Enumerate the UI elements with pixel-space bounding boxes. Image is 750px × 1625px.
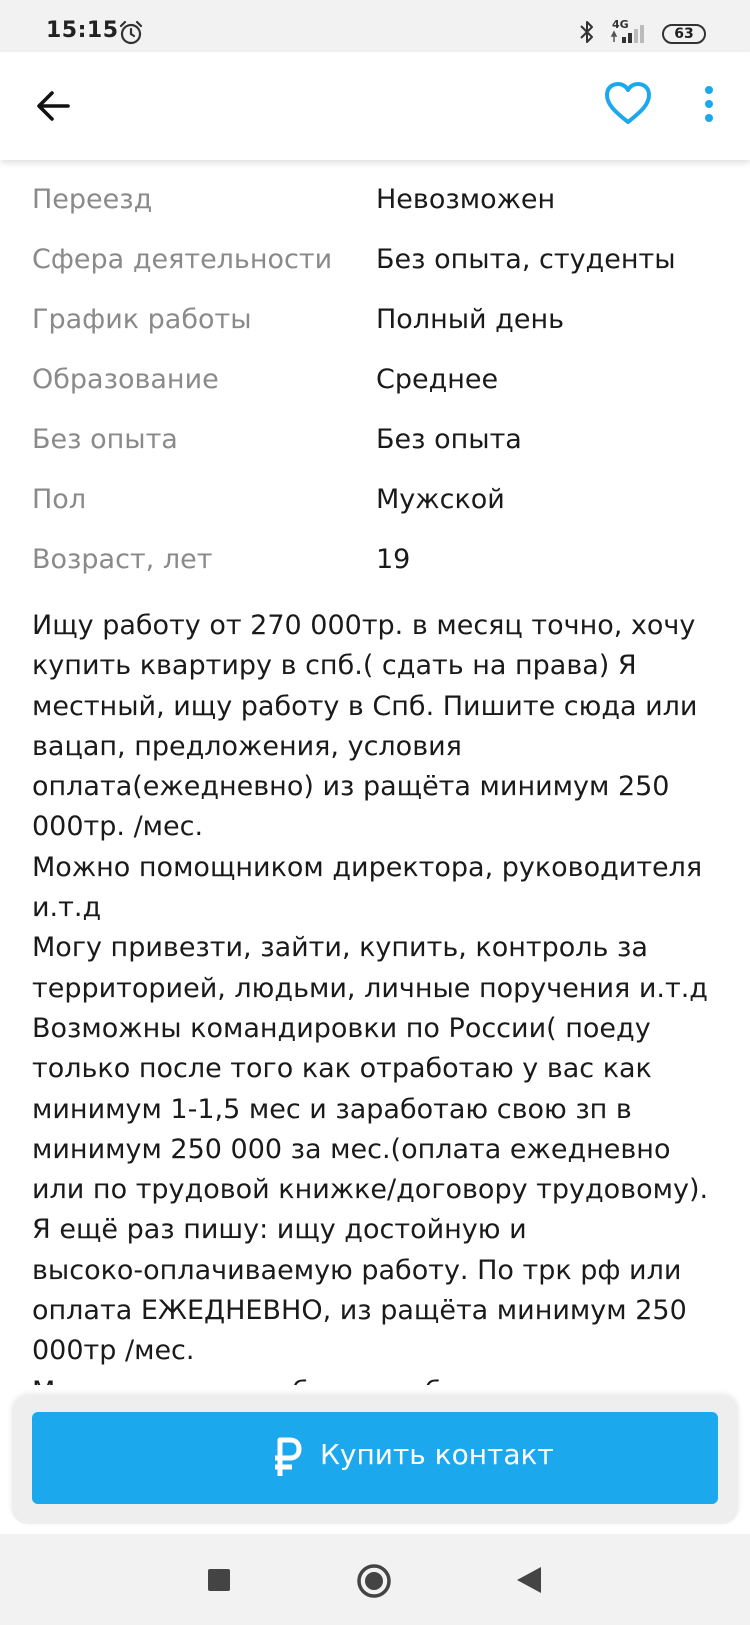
description-line: Могу привезти, зайти, купить, контроль з…	[32, 932, 648, 964]
description-line: Можно как: подработка, работа, научите м…	[32, 1372, 732, 1385]
cta-card: Купить контакт	[12, 1396, 738, 1524]
description-line: купить квартиру в спб.( сдать на права) …	[32, 650, 637, 682]
attribute-row: Образование Среднее	[0, 354, 750, 414]
nav-back-icon[interactable]	[515, 1565, 543, 1595]
attribute-value: Без опыта, студенты	[376, 244, 676, 275]
battery-indicator: 63	[662, 24, 706, 44]
heart-outline-icon[interactable]	[602, 78, 654, 130]
app-bar	[0, 52, 750, 160]
attribute-label: График работы	[32, 304, 252, 335]
description-line: 000тр. /мес.	[32, 811, 204, 843]
description-line: высоко-оплачиваемую работу. По трк рф ил…	[32, 1254, 682, 1286]
attribute-row: Сфера деятельности Без опыта, студенты	[0, 234, 750, 294]
attribute-label: Пол	[32, 484, 87, 515]
attribute-row: Возраст, лет 19	[0, 534, 750, 594]
attribute-row: Без опыта Без опыта	[0, 414, 750, 474]
alarm-icon	[119, 20, 143, 45]
attribute-value: Полный день	[376, 304, 565, 335]
signal-icon	[610, 25, 644, 43]
nav-recents-icon[interactable]	[208, 1569, 230, 1591]
description-line: Можно помощником директора, руководителя	[32, 851, 703, 883]
description-line: минимум 1-1,5 мес и заработаю свою зп в	[32, 1093, 632, 1125]
description-line: Ищу работу от 270 000тр. в месяц точно, …	[32, 610, 696, 641]
attribute-label: Сфера деятельности	[32, 244, 333, 275]
attribute-row: График работы Полный день	[0, 294, 750, 354]
buy-contact-button[interactable]: Купить контакт	[32, 1412, 718, 1504]
description-line: вацап, предложения, условия	[32, 730, 462, 762]
attributes-list: Переезд Невозможен Сфера деятельности Бе…	[0, 174, 750, 594]
attribute-value: 19	[376, 544, 411, 575]
content-peek-strip	[0, 1524, 750, 1534]
arrow-back-icon[interactable]	[30, 82, 78, 130]
attribute-row: Пол Мужской	[0, 474, 750, 534]
resume-description: Ищу работу от 270 000тр. в месяц точно, …	[32, 606, 732, 1385]
status-bar: 15:15 4G 63	[0, 0, 750, 52]
description-line: только после того как отработаю у вас ка…	[32, 1053, 652, 1085]
attribute-label: Без опыта	[32, 424, 178, 455]
description-line: оплата ЕЖЕДНЕВНО, из ращёта минимум 250	[32, 1295, 687, 1327]
description-line: минимум 250 000 за мес.(оплата ежедневно	[32, 1133, 671, 1165]
description-line: Я ещё раз пишу: ищу достойную и	[32, 1214, 527, 1246]
attribute-label: Образование	[32, 364, 219, 395]
resume-content[interactable]: Переезд Невозможен Сфера деятельности Бе…	[0, 160, 750, 1385]
attribute-label: Возраст, лет	[32, 544, 213, 575]
description-line: территорией, людьми, личные поручения и.…	[32, 972, 708, 1004]
nav-home-icon[interactable]	[356, 1563, 392, 1599]
description-line: 000тр /мес.	[32, 1335, 195, 1367]
attribute-value: Без опыта	[376, 424, 522, 455]
bluetooth-icon	[580, 21, 593, 43]
description-line: оплата(ежедневно) из ращёта минимум 250	[32, 771, 670, 803]
attribute-value: Невозможен	[376, 184, 556, 215]
more-vertical-icon[interactable]	[690, 80, 728, 132]
ruble-icon	[275, 1437, 302, 1476]
navigation-bar	[0, 1534, 750, 1625]
buy-contact-label: Купить контакт	[320, 1438, 554, 1471]
attribute-row: Переезд Невозможен	[0, 174, 750, 234]
attribute-value: Мужской	[376, 484, 505, 515]
attribute-value: Среднее	[376, 364, 499, 395]
description-line: Возможны командировки по России( поеду	[32, 1012, 651, 1044]
description-line: и.т.д	[32, 892, 102, 924]
description-line: местный, ищу работу в Спб. Пишите сюда и…	[32, 690, 698, 722]
attribute-label: Переезд	[32, 184, 153, 215]
status-time: 15:15	[46, 18, 119, 43]
description-line: или по трудовой книжке/договору трудовом…	[32, 1174, 709, 1206]
